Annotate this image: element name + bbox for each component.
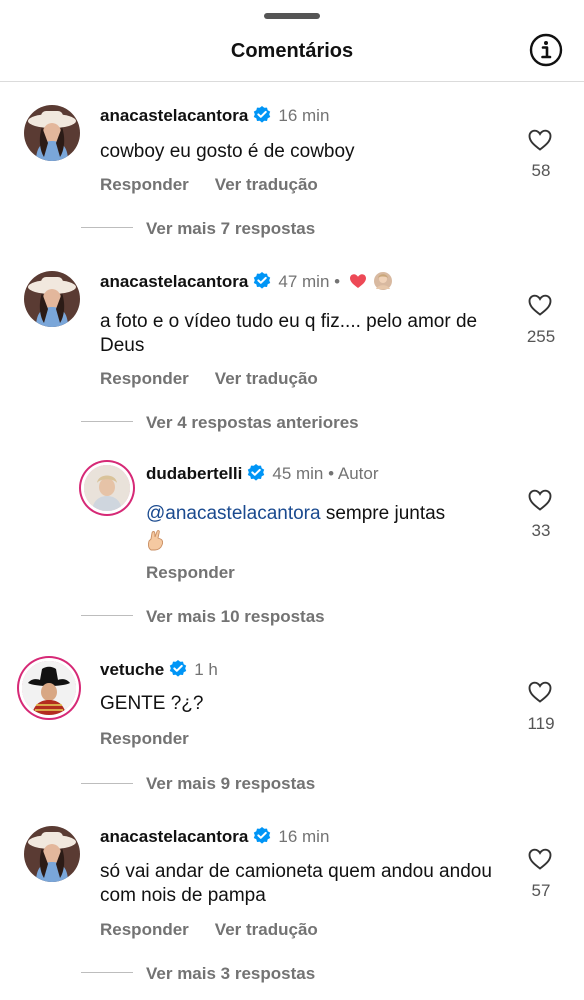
like-count: 57	[531, 881, 551, 900]
reply-button[interactable]: Responder	[146, 563, 235, 582]
comment-time: 45 min	[272, 464, 324, 483]
like-count: 119	[527, 714, 555, 733]
verified-badge-icon	[168, 659, 188, 679]
separator-dot: •	[328, 464, 335, 483]
verified-badge-icon	[252, 105, 272, 125]
comment-time: 47 min	[278, 272, 330, 291]
like-count: 33	[531, 521, 551, 540]
info-icon[interactable]	[529, 33, 563, 67]
verified-badge-icon	[246, 463, 266, 483]
liked-by-creator-heart-icon	[349, 273, 367, 289]
translate-button[interactable]: Ver tradução	[215, 920, 318, 939]
replies-divider	[81, 783, 133, 784]
translate-button[interactable]: Ver tradução	[215, 175, 318, 194]
replies-divider	[81, 972, 133, 973]
header-divider	[0, 81, 584, 82]
reply-button[interactable]: Responder	[100, 175, 189, 194]
view-more-replies[interactable]: Ver mais 7 respostas	[146, 219, 315, 239]
like-count: 58	[531, 161, 551, 180]
creator-avatar-mini	[373, 272, 392, 290]
comment-time: 16 min	[278, 106, 330, 125]
view-more-replies[interactable]: Ver mais 3 respostas	[146, 964, 315, 984]
reply-button[interactable]: Responder	[100, 920, 189, 939]
avatar[interactable]	[22, 661, 76, 715]
drag-handle[interactable]	[264, 13, 320, 19]
comment-text: só vai andar de camioneta quem andou and…	[100, 861, 492, 906]
heart-outline-icon[interactable]	[526, 488, 554, 512]
crossed-fingers-emoji-icon	[146, 529, 166, 551]
reply-button[interactable]: Responder	[100, 729, 189, 748]
replies-divider	[81, 421, 133, 422]
avatar[interactable]	[24, 826, 80, 882]
avatar[interactable]	[24, 105, 80, 161]
reply-button[interactable]: Responder	[100, 369, 189, 388]
author-label: Autor	[337, 464, 379, 483]
comment-text: GENTE ?¿?	[100, 693, 204, 714]
heart-outline-icon[interactable]	[526, 128, 554, 152]
separator-dot: •	[334, 272, 341, 291]
comment-username[interactable]: anacastelacantora	[100, 272, 248, 291]
replies-divider	[81, 615, 133, 616]
comment-text: cowboy eu gosto é de cowboy	[100, 141, 355, 162]
heart-outline-icon[interactable]	[526, 847, 554, 871]
verified-badge-icon	[252, 826, 272, 846]
comment-username[interactable]: vetuche	[100, 660, 164, 679]
comment-username[interactable]: anacastelacantora	[100, 827, 248, 846]
comment-username[interactable]: dudabertelli	[146, 464, 242, 483]
avatar[interactable]	[84, 465, 130, 511]
verified-badge-icon	[252, 271, 272, 291]
mention-link[interactable]: @anacastelacantora	[146, 503, 321, 524]
view-more-replies[interactable]: Ver mais 10 respostas	[146, 607, 325, 627]
comment-text: a foto e o vídeo tudo eu q fiz.... pelo …	[100, 311, 478, 356]
header: Comentários	[0, 20, 584, 82]
comment-time: 16 min	[278, 827, 330, 846]
avatar[interactable]	[24, 271, 80, 327]
replies-divider	[81, 227, 133, 228]
comment-time: 1 h	[194, 660, 218, 679]
comment-text-body: sempre juntas	[320, 503, 446, 524]
heart-outline-icon[interactable]	[526, 293, 554, 317]
comment-username[interactable]: anacastelacantora	[100, 106, 248, 125]
page-title: Comentários	[230, 40, 354, 62]
view-previous-replies[interactable]: Ver 4 respostas anteriores	[146, 413, 359, 433]
translate-button[interactable]: Ver tradução	[215, 369, 318, 388]
heart-outline-icon[interactable]	[526, 680, 554, 704]
comment-text: @anacastelacantora sempre juntas	[146, 502, 496, 526]
like-count: 255	[526, 327, 556, 346]
view-more-replies[interactable]: Ver mais 9 respostas	[146, 774, 315, 794]
